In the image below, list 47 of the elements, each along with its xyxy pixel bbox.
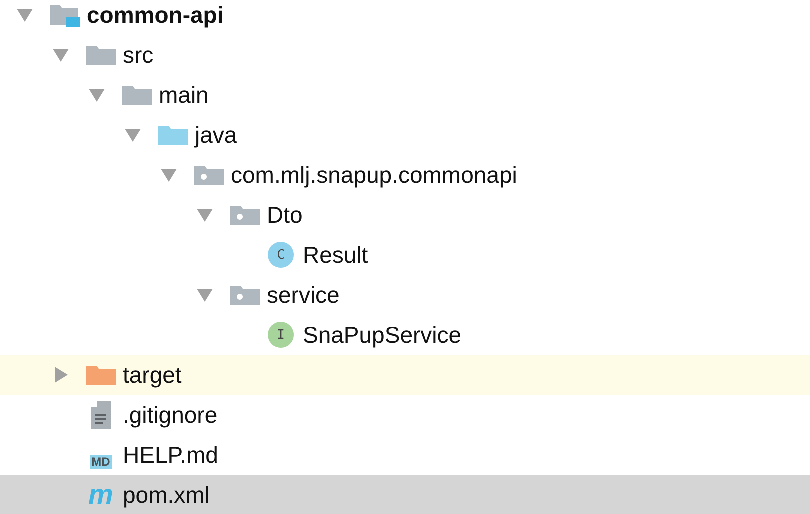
tree-row[interactable]: target (0, 355, 810, 395)
tree-item-label: com.mlj.snapup.commonapi (231, 162, 518, 188)
folder-icon (86, 44, 116, 66)
tree-item-label: .gitignore (123, 402, 218, 428)
tree-item-label: Result (303, 242, 368, 268)
interface-icon: I (268, 322, 294, 348)
expanded-arrow-icon[interactable] (197, 207, 213, 223)
expanded-arrow-icon[interactable] (89, 87, 105, 103)
tree-row[interactable]: com.mlj.snapup.commonapi (0, 155, 810, 195)
tree-row[interactable]: main (0, 75, 810, 115)
expanded-arrow-icon[interactable] (197, 287, 213, 303)
folder-icon (86, 364, 116, 386)
maven-file-icon: m (88, 481, 114, 509)
tree-row[interactable]: Dto (0, 195, 810, 235)
tree-row[interactable]: common-api (0, 0, 810, 35)
tree-row[interactable]: java (0, 115, 810, 155)
tree-row[interactable]: MD HELP.md (0, 435, 810, 475)
tree-row[interactable]: m pom.xml (0, 475, 810, 514)
tree-item-label: target (123, 362, 182, 388)
expanded-arrow-icon[interactable] (17, 7, 33, 23)
tree-row[interactable]: .gitignore (0, 395, 810, 435)
tree-item-label: Dto (267, 202, 303, 228)
folder-icon (122, 84, 152, 106)
tree-row[interactable]: src (0, 35, 810, 75)
tree-item-label: service (267, 282, 340, 308)
package-icon (194, 164, 224, 186)
folder-icon (158, 124, 188, 146)
tree-item-label: src (123, 42, 154, 68)
tree-row[interactable]: I SnaPupService (0, 315, 810, 355)
collapsed-arrow-icon[interactable] (53, 367, 69, 383)
tree-item-label: SnaPupService (303, 322, 462, 348)
tree-row[interactable]: C Result (0, 235, 810, 275)
package-icon (230, 284, 260, 306)
module-folder-icon (50, 3, 80, 27)
tree-item-label: common-api (87, 2, 224, 28)
package-icon (230, 204, 260, 226)
text-file-icon (91, 401, 111, 429)
tree-item-label: pom.xml (123, 482, 210, 508)
class-icon: C (268, 242, 294, 268)
expanded-arrow-icon[interactable] (125, 127, 141, 143)
tree-item-label: java (195, 122, 238, 148)
tree-item-label: main (159, 82, 209, 108)
markdown-file-icon: MD (90, 455, 112, 469)
expanded-arrow-icon[interactable] (161, 167, 177, 183)
tree-item-label: HELP.md (123, 442, 218, 468)
expanded-arrow-icon[interactable] (53, 47, 69, 63)
tree-row[interactable]: service (0, 275, 810, 315)
